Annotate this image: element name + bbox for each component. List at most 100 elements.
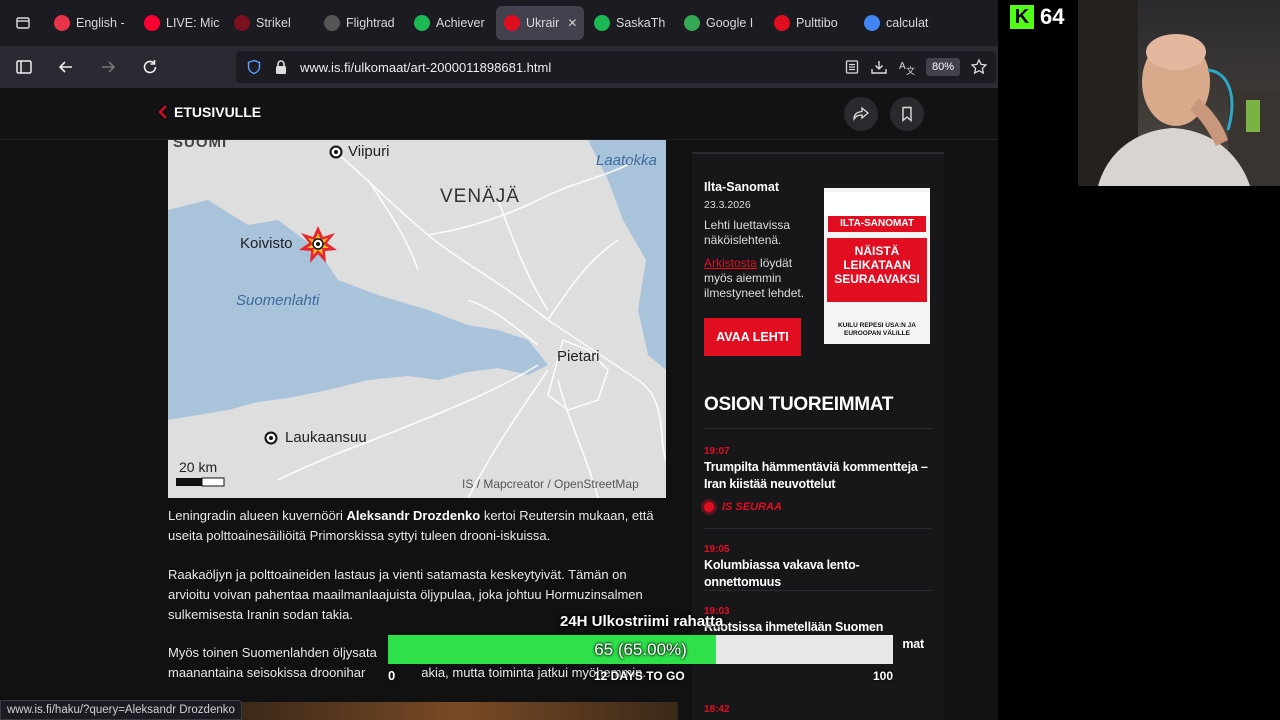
- browser-nav-bar: www.is.fi/ulkomaat/art-2000011898681.htm…: [0, 46, 998, 88]
- tab-favicon-icon: [54, 15, 70, 31]
- home-link-label: ETUSIVULLE: [174, 104, 262, 120]
- article-p3-line2: maanantaina seisokissa droonihar: [168, 665, 366, 680]
- news-title: Ruotsissa ihmetellään Suomen: [704, 620, 884, 634]
- news-item[interactable]: 18:42: [704, 704, 932, 715]
- browser-tab[interactable]: Achiever: [406, 6, 494, 40]
- browser-tab[interactable]: calculat: [856, 6, 944, 40]
- article-p3-line1: Myös toinen Suomenlahden öljysata: [168, 645, 377, 660]
- goal-max-label: 100: [873, 669, 894, 683]
- back-button[interactable]: [48, 51, 84, 83]
- chevron-left-icon: [158, 105, 167, 119]
- digital-paper-box: Ilta-Sanomat 23.3.2026 Lehti luettavissa…: [692, 152, 944, 380]
- streamer-silhouette: [1078, 0, 1280, 186]
- map-label-viipuri: Viipuri: [348, 143, 390, 160]
- tab-label: English -: [76, 16, 125, 30]
- web-page: ETUSIVULLE SUOMI Viipuri Laatokka VENÄJÄ…: [0, 88, 998, 720]
- bookmark-button[interactable]: [890, 97, 924, 131]
- paper-title: Ilta-Sanomat: [704, 180, 780, 194]
- tab-favicon-icon: [324, 15, 340, 31]
- url-text[interactable]: www.is.fi/ulkomaat/art-2000011898681.htm…: [300, 60, 551, 75]
- latest-heading: OSION TUOREIMMAT: [704, 394, 894, 415]
- tab-label: Strikel: [256, 16, 291, 30]
- article-paragraph-1: Leningradin alueen kuvernööri Aleksandr …: [168, 506, 668, 546]
- live-dot-icon: [704, 502, 714, 512]
- map-label-venaja: VENÄJÄ: [440, 186, 520, 207]
- browser-tab[interactable]: Pulttibo: [766, 6, 854, 40]
- browser-tab[interactable]: Google I: [676, 6, 764, 40]
- tab-label: calculat: [886, 16, 929, 30]
- open-paper-button[interactable]: AVAA LEHTI: [704, 318, 801, 356]
- bookmark-star-icon[interactable]: [970, 58, 988, 76]
- tab-label: SaskaTh: [616, 16, 666, 30]
- reload-button[interactable]: [132, 51, 168, 83]
- share-button[interactable]: [844, 97, 878, 131]
- address-bar[interactable]: www.is.fi/ulkomaat/art-2000011898681.htm…: [236, 51, 996, 83]
- tab-label: LIVE: Mic: [166, 16, 220, 30]
- sidebar-icon: [16, 60, 32, 74]
- goal-title: 24H Ulkostriimi rahatta: [560, 613, 724, 630]
- map-graphic: [168, 140, 666, 498]
- back-arrow-icon: [58, 61, 72, 73]
- browser-tab[interactable]: Strikel: [226, 6, 314, 40]
- cover-headline: NÄISTÄ LEIKATAAN SEURAAVAKSI: [827, 238, 927, 302]
- paper-description: Lehti luettavissa näköislehtenä.: [704, 218, 791, 247]
- goal-progress-value: 65 (65.00%): [594, 640, 687, 659]
- map-label-laatokka: Laatokka: [596, 152, 657, 169]
- tracking-shield-icon: [247, 59, 261, 75]
- browser-tab[interactable]: Ukrair ✕: [496, 6, 584, 40]
- tab-favicon-icon: [594, 15, 610, 31]
- news-time: 18:42: [704, 704, 730, 715]
- tab-label: Pulttibo: [796, 16, 838, 30]
- news-time: 19:07: [704, 446, 730, 457]
- tab-label: Google I: [706, 16, 754, 30]
- news-title: Kolumbiassa vakava lento-onnettomuus: [704, 558, 860, 589]
- tab-tray-icon: [16, 17, 30, 29]
- webcam-video: [1078, 0, 1280, 186]
- person-link[interactable]: Aleksandr Drozdenko: [347, 508, 481, 523]
- tab-label: Ukrair: [526, 16, 560, 30]
- cover-masthead: ILTA-SANOMAT: [828, 216, 926, 232]
- tab-favicon-icon: [864, 15, 880, 31]
- kick-logo-icon: K: [1010, 5, 1034, 29]
- paper-cover-thumbnail[interactable]: ILTA-SANOMAT NÄISTÄ LEIKATAAN SEURAAVAKS…: [824, 188, 930, 344]
- news-title: Trumpilta hämmentäviä kommentteja – Iran…: [704, 460, 928, 491]
- home-link[interactable]: ETUSIVULLE: [158, 104, 261, 120]
- tab-close-icon[interactable]: ✕: [567, 16, 577, 30]
- svg-text:A: A: [899, 61, 906, 72]
- goal-min-label: 0: [388, 668, 396, 683]
- tab-label: Achiever: [436, 16, 485, 30]
- article-map: SUOMI Viipuri Laatokka VENÄJÄ Koivisto S…: [168, 140, 666, 498]
- browser-tab[interactable]: Flightrad: [316, 6, 404, 40]
- news-item[interactable]: 19:07 Trumpilta hämmentäviä kommentteja …: [704, 446, 932, 513]
- map-label-koivisto: Koivisto: [240, 235, 293, 252]
- browser-tab[interactable]: SaskaTh: [586, 6, 674, 40]
- tab-favicon-icon: [774, 15, 790, 31]
- lock-icon: [276, 60, 286, 74]
- tab-favicon-icon: [684, 15, 700, 31]
- svg-text:文: 文: [906, 65, 915, 75]
- sidebar-toggle-button[interactable]: [6, 51, 42, 83]
- map-label-pietari: Pietari: [557, 348, 600, 365]
- save-page-icon[interactable]: [870, 59, 888, 75]
- news-time: 19:03: [704, 606, 730, 617]
- goal-progress-bar: 65 (65.00%): [388, 635, 893, 664]
- share-icon: [853, 106, 870, 122]
- viewer-count: 64: [1040, 4, 1065, 29]
- archive-link[interactable]: Arkistosta: [704, 256, 757, 270]
- live-tag-label: IS SEURAA: [722, 501, 782, 513]
- browser-tab[interactable]: LIVE: Mic: [136, 6, 224, 40]
- tab-list-button[interactable]: [0, 0, 46, 46]
- translate-icon[interactable]: A文: [898, 59, 916, 75]
- reader-view-icon[interactable]: [844, 59, 860, 75]
- bookmark-icon: [902, 106, 912, 122]
- zoom-level-badge[interactable]: 80%: [925, 58, 960, 76]
- live-tag: IS SEURAA: [704, 501, 932, 513]
- forward-button[interactable]: [90, 51, 126, 83]
- goal-days-left: 12 DAYS TO GO: [594, 669, 685, 683]
- viewer-badge: K 64: [1010, 4, 1064, 30]
- map-scale-label: 20 km: [179, 459, 218, 475]
- news-item[interactable]: 19:05 Kolumbiassa vakava lento-onnettomu…: [704, 544, 932, 591]
- browser-tab[interactable]: English -: [46, 6, 134, 40]
- map-label-suomi: SUOMI: [173, 140, 228, 151]
- article-p1-text: Leningradin alueen kuvernööri: [168, 508, 343, 523]
